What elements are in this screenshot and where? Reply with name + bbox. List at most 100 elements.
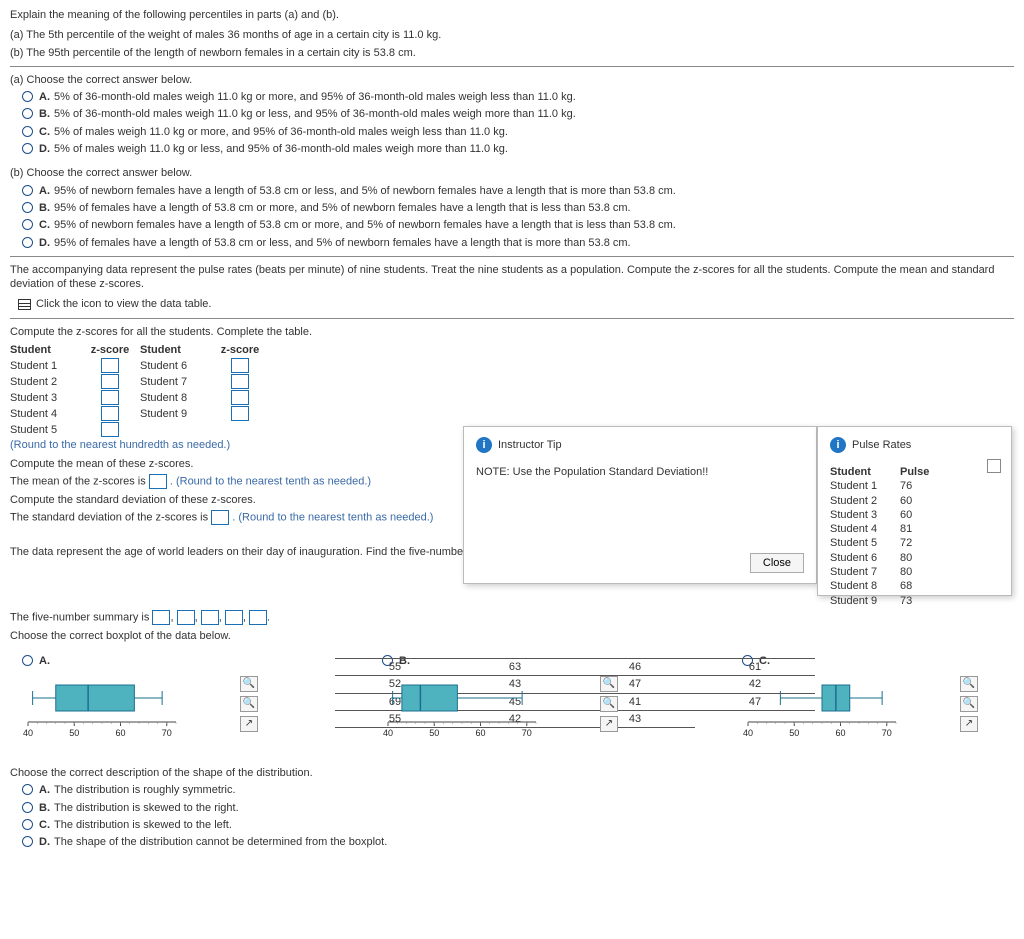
col-student: Student bbox=[10, 343, 80, 357]
zscore-input[interactable] bbox=[101, 374, 119, 389]
zscore-input[interactable] bbox=[101, 390, 119, 405]
table-icon[interactable] bbox=[18, 299, 31, 310]
q1-part-a-head: (a) Choose the correct answer below. bbox=[10, 73, 1014, 87]
pulse-cell: 60 bbox=[900, 508, 940, 522]
q2-head: Compute the z-scores for all the student… bbox=[10, 325, 1014, 339]
summary-input-q1[interactable] bbox=[177, 610, 195, 625]
cell-student: Student 1 bbox=[10, 359, 80, 373]
shape-radio-c[interactable] bbox=[22, 819, 33, 830]
shape-opt-a: The distribution is roughly symmetric. bbox=[54, 784, 236, 796]
pulse-cell: 76 bbox=[900, 479, 940, 493]
col-student: Student bbox=[140, 343, 210, 357]
info-icon: i bbox=[476, 437, 492, 453]
shape-radio-a[interactable] bbox=[22, 784, 33, 795]
zoom-in-icon[interactable]: 🔍 bbox=[600, 676, 618, 692]
radio-a-d[interactable] bbox=[22, 143, 33, 154]
cell-student: Student 6 bbox=[140, 359, 210, 373]
pulse-cell: 81 bbox=[900, 522, 940, 536]
instructor-tip-popover: i Instructor Tip NOTE: Use the Populatio… bbox=[463, 426, 817, 584]
pulse-cell: Student 2 bbox=[830, 494, 900, 508]
pulse-cell: 80 bbox=[900, 565, 940, 579]
zoom-in-icon[interactable]: 🔍 bbox=[240, 696, 258, 712]
svg-text:40: 40 bbox=[23, 728, 33, 738]
radio-b-a[interactable] bbox=[22, 185, 33, 196]
zoom-in-icon[interactable]: 🔍 bbox=[600, 696, 618, 712]
svg-text:70: 70 bbox=[522, 728, 532, 738]
shape-head: Choose the correct description of the sh… bbox=[10, 766, 1014, 780]
divider bbox=[10, 318, 1014, 319]
q1b-opt-b: 95% of females have a length of 53.8 cm … bbox=[54, 202, 631, 214]
info-icon: i bbox=[830, 437, 846, 453]
summary-input-med[interactable] bbox=[201, 610, 219, 625]
tip-title: Instructor Tip bbox=[498, 438, 562, 452]
radio-a-b[interactable] bbox=[22, 108, 33, 119]
summary-input-q3[interactable] bbox=[225, 610, 243, 625]
q1b-opt-a: 95% of newborn females have a length of … bbox=[54, 185, 676, 197]
svg-text:60: 60 bbox=[835, 728, 845, 738]
zscore-input[interactable] bbox=[231, 374, 249, 389]
boxplot-a: 40506070 🔍 🔍 ↗ bbox=[22, 674, 252, 754]
zoom-in-icon[interactable]: 🔍 bbox=[960, 676, 978, 692]
zoom-in-icon[interactable]: 🔍 bbox=[960, 696, 978, 712]
tip-body: NOTE: Use the Population Standard Deviat… bbox=[476, 465, 804, 479]
q1a-opt-c: 5% of males weigh 11.0 kg or more, and 9… bbox=[54, 126, 508, 138]
pulse-cell: Student 6 bbox=[830, 551, 900, 565]
pulse-cell: Student 8 bbox=[830, 579, 900, 593]
pulse-cell: 60 bbox=[900, 494, 940, 508]
zscore-input[interactable] bbox=[231, 406, 249, 421]
pulse-cell: 80 bbox=[900, 551, 940, 565]
boxplot-b: 40506070 🔍 🔍 ↗ bbox=[382, 674, 612, 754]
q2-data-link[interactable]: Click the icon to view the data table. bbox=[36, 297, 211, 311]
pulse-cell: Student 5 bbox=[830, 536, 900, 550]
cell-student: Student 8 bbox=[140, 391, 210, 405]
radio-a-c[interactable] bbox=[22, 126, 33, 137]
svg-text:50: 50 bbox=[69, 728, 79, 738]
boxplot-radio-a[interactable] bbox=[22, 655, 33, 666]
q1-prompt: Explain the meaning of the following per… bbox=[10, 8, 1014, 22]
close-button[interactable]: Close bbox=[750, 553, 804, 573]
zoom-in-icon[interactable]: 🔍 bbox=[240, 676, 258, 692]
zscore-input[interactable] bbox=[101, 422, 119, 437]
pulse-cell: Student 3 bbox=[830, 508, 900, 522]
cell-student: Student 9 bbox=[140, 407, 210, 421]
zscore-input[interactable] bbox=[231, 390, 249, 405]
copy-icon[interactable] bbox=[987, 459, 1001, 473]
open-icon[interactable]: ↗ bbox=[960, 716, 978, 732]
pulse-cell: Student 7 bbox=[830, 565, 900, 579]
radio-b-b[interactable] bbox=[22, 202, 33, 213]
open-icon[interactable]: ↗ bbox=[240, 716, 258, 732]
shape-radio-d[interactable] bbox=[22, 836, 33, 847]
zscore-input[interactable] bbox=[101, 358, 119, 373]
q1-part-b-head: (b) Choose the correct answer below. bbox=[10, 166, 1014, 180]
pulse-h1: Student bbox=[830, 465, 900, 479]
radio-b-d[interactable] bbox=[22, 237, 33, 248]
pulse-cell: Student 9 bbox=[830, 594, 900, 608]
mean-line: The mean of the z-scores is bbox=[10, 475, 149, 487]
divider bbox=[10, 256, 1014, 257]
radio-b-c[interactable] bbox=[22, 219, 33, 230]
svg-text:60: 60 bbox=[115, 728, 125, 738]
open-icon[interactable]: ↗ bbox=[600, 716, 618, 732]
pulse-cell: 68 bbox=[900, 579, 940, 593]
zscore-input[interactable] bbox=[101, 406, 119, 421]
svg-text:50: 50 bbox=[429, 728, 439, 738]
pulse-rates-popover: i Pulse Rates Student Pulse Student 176 … bbox=[817, 426, 1012, 596]
shape-radio-b[interactable] bbox=[22, 802, 33, 813]
zscore-input[interactable] bbox=[231, 358, 249, 373]
col-zscore: z-score bbox=[210, 343, 270, 357]
col-zscore: z-score bbox=[80, 343, 140, 357]
sd-round: . (Round to the nearest tenth as needed.… bbox=[232, 512, 433, 524]
pulse-cell: 73 bbox=[900, 594, 940, 608]
shape-opt-d: The shape of the distribution cannot be … bbox=[54, 836, 387, 848]
radio-a-a[interactable] bbox=[22, 91, 33, 102]
svg-text:60: 60 bbox=[475, 728, 485, 738]
mean-input[interactable] bbox=[149, 474, 167, 489]
summary-input-min[interactable] bbox=[152, 610, 170, 625]
svg-text:40: 40 bbox=[383, 728, 393, 738]
cell-student: Student 4 bbox=[10, 407, 80, 421]
summary-input-max[interactable] bbox=[249, 610, 267, 625]
shape-opt-c: The distribution is skewed to the left. bbox=[54, 819, 232, 831]
boxplot-head: Choose the correct boxplot of the data b… bbox=[10, 629, 1014, 643]
sd-input[interactable] bbox=[211, 510, 229, 525]
pulse-cell: Student 4 bbox=[830, 522, 900, 536]
